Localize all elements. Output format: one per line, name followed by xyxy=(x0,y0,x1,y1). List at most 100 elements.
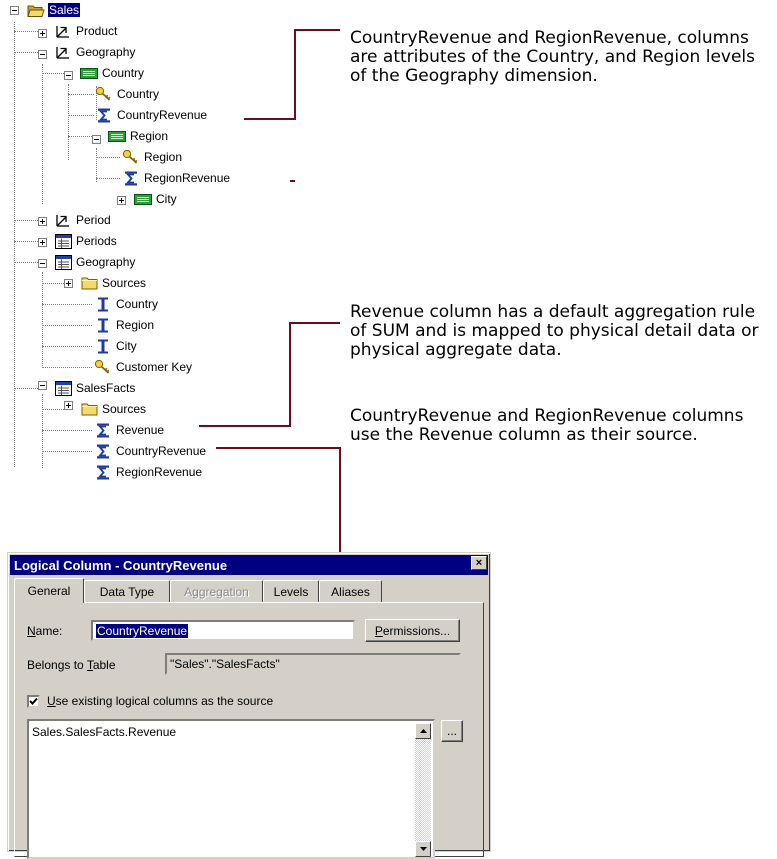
tree-item[interactable]: RegionRevenue xyxy=(122,168,231,188)
collapse-toggle[interactable] xyxy=(10,6,19,15)
tree-item[interactable]: Sources xyxy=(80,399,147,419)
tree-line xyxy=(42,304,92,305)
sigma-column-icon xyxy=(122,170,140,186)
scroll-down-button[interactable] xyxy=(415,841,431,857)
tree-item[interactable]: Customer Key xyxy=(94,357,193,377)
tree-item[interactable]: Sources xyxy=(80,273,147,293)
tree-line xyxy=(14,22,15,467)
tree-item[interactable]: Revenue xyxy=(94,420,165,440)
permissions-button[interactable]: Permissions... xyxy=(365,619,460,642)
collapse-toggle[interactable] xyxy=(38,381,47,390)
scroll-up-button[interactable] xyxy=(415,723,431,739)
tree-line xyxy=(42,64,43,204)
folder-icon xyxy=(80,275,98,291)
tree-item[interactable]: Country xyxy=(95,84,160,104)
table-icon xyxy=(54,254,72,270)
tree-line xyxy=(42,73,64,74)
logical-model-tree: Sales Product Geography Country Country Count… xyxy=(0,0,320,480)
tree-item-label: Region xyxy=(144,150,183,164)
expand-toggle[interactable] xyxy=(38,217,47,226)
collapse-toggle[interactable] xyxy=(64,71,73,80)
arrow-down-icon xyxy=(419,847,427,851)
ellipsis-icon: ... xyxy=(446,724,457,738)
tree-line xyxy=(68,115,94,116)
expand-toggle[interactable] xyxy=(64,279,73,288)
dialog-titlebar[interactable]: Logical Column - CountryRevenue xyxy=(10,555,488,575)
tree-item[interactable]: Periods xyxy=(54,231,118,251)
collapse-toggle[interactable] xyxy=(38,259,47,268)
tab-general[interactable]: General xyxy=(14,578,84,603)
tab-aliases[interactable]: Aliases xyxy=(319,580,382,602)
dimension-icon xyxy=(54,23,72,39)
vertical-scrollbar[interactable] xyxy=(415,723,431,857)
sigma-column-icon xyxy=(94,422,112,438)
name-input[interactable]: CountryRevenue xyxy=(91,620,355,641)
sigma-column-icon xyxy=(94,464,112,480)
tab-data-type[interactable]: Data Type xyxy=(84,580,170,602)
expand-toggle[interactable] xyxy=(38,238,47,247)
tree-item[interactable]: Country xyxy=(94,294,159,314)
tree-item-label: Region xyxy=(116,318,155,332)
tree-item-label: SalesFacts xyxy=(76,381,136,395)
tree-item[interactable]: SalesFacts xyxy=(54,378,136,398)
sigma-column-icon xyxy=(95,107,113,123)
tree-item-label: CountryRevenue xyxy=(117,108,208,122)
tree-item[interactable]: Geography xyxy=(54,252,136,272)
source-columns-textarea[interactable]: Sales.SalesFacts.Revenue xyxy=(27,719,435,859)
tree-item[interactable]: Product xyxy=(54,21,118,41)
tree-item[interactable]: CountryRevenue xyxy=(95,105,208,125)
close-button[interactable]: × xyxy=(471,556,487,570)
table-icon xyxy=(54,233,72,249)
tree-item[interactable]: Region xyxy=(94,315,155,335)
tree-item[interactable]: Geography xyxy=(54,42,136,62)
expand-toggle[interactable] xyxy=(64,401,73,410)
tree-item-label: Product xyxy=(76,24,118,38)
tree-line xyxy=(96,157,120,158)
tree-item-label: Country xyxy=(116,297,159,311)
checkmark-icon xyxy=(29,697,38,705)
close-icon: × xyxy=(475,557,483,569)
tree-line xyxy=(14,241,38,242)
tab-levels[interactable]: Levels xyxy=(263,580,319,602)
tree-item[interactable]: CountryRevenue xyxy=(94,441,207,461)
tree-item[interactable]: Period xyxy=(54,210,112,230)
callout-revenue-aggregation: Revenue column has a default aggregation… xyxy=(350,302,759,360)
expand-toggle[interactable] xyxy=(117,196,126,205)
callout-level-attributes: CountryRevenue and RegionRevenue, column… xyxy=(350,28,756,86)
tree-item[interactable]: RegionRevenue xyxy=(94,462,203,482)
tree-line xyxy=(42,346,92,347)
source-column-text: Sales.SalesFacts.Revenue xyxy=(32,725,177,739)
tree-line xyxy=(42,409,64,410)
tree-item-label: Revenue xyxy=(116,423,165,437)
tree-item[interactable]: Region xyxy=(122,147,183,167)
collapse-toggle[interactable] xyxy=(38,50,47,59)
tree-line xyxy=(14,52,38,53)
tree-line xyxy=(42,430,92,431)
tree-item[interactable]: Region xyxy=(108,126,169,146)
browse-button[interactable]: ... xyxy=(441,720,463,742)
dimension-icon xyxy=(54,44,72,60)
tree-item-label: Sources xyxy=(102,276,147,290)
tree-item[interactable]: Country xyxy=(80,63,145,83)
tree-item-label: City xyxy=(156,192,177,206)
expand-toggle[interactable] xyxy=(38,29,47,38)
use-existing-label: Use existing logical columns as the sour… xyxy=(47,694,274,708)
column-icon xyxy=(94,317,112,333)
use-existing-checkbox[interactable] xyxy=(27,695,40,708)
tree-line xyxy=(42,394,43,468)
column-icon xyxy=(94,296,112,312)
tree-item[interactable]: City xyxy=(94,336,138,356)
arrow-up-icon xyxy=(419,729,427,733)
tree-line xyxy=(14,388,38,389)
key-icon xyxy=(94,359,112,375)
level-icon xyxy=(134,191,152,207)
collapse-toggle[interactable] xyxy=(92,135,101,144)
logical-column-dialog: Logical Column - CountryRevenue × Genera… xyxy=(7,552,491,859)
tree-line xyxy=(42,283,64,284)
tree-item-label: City xyxy=(116,339,137,353)
folder-open-icon xyxy=(27,2,45,18)
tree-item-label: Geography xyxy=(76,45,136,59)
tree-line xyxy=(68,94,94,95)
tree-item[interactable]: Sales xyxy=(27,0,81,20)
tree-item[interactable]: City xyxy=(134,189,178,209)
